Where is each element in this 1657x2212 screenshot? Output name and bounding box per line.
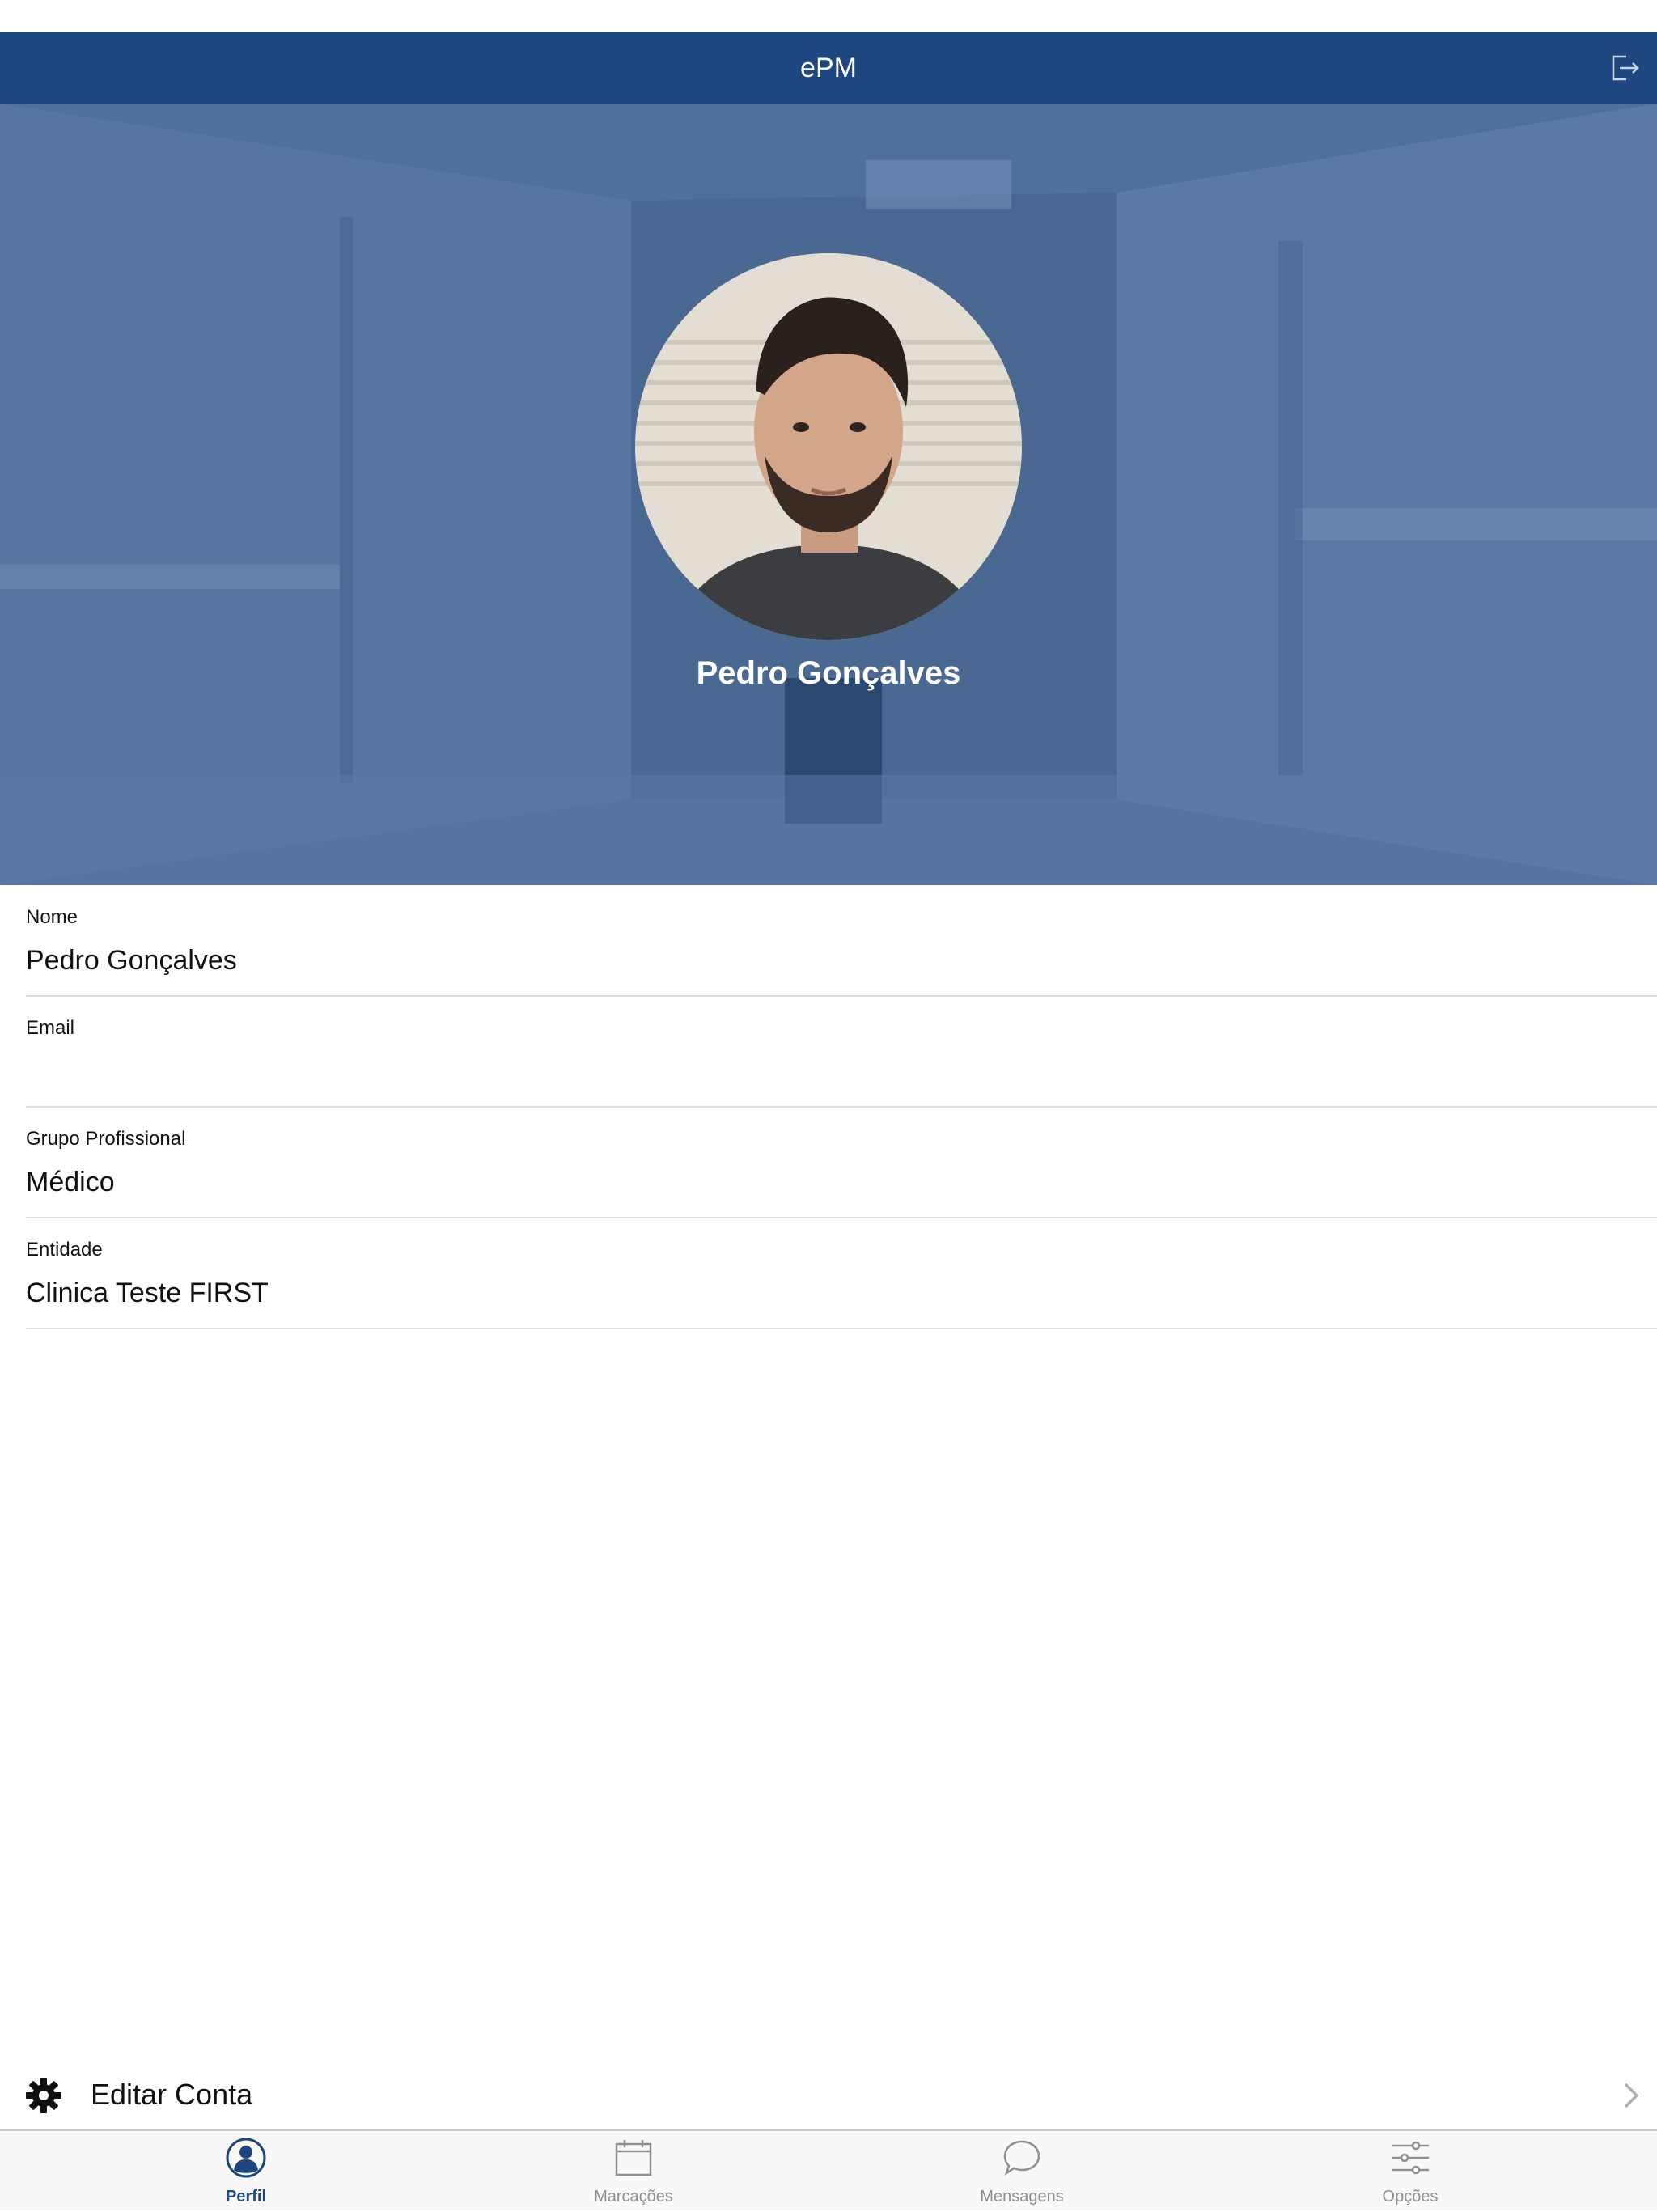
calendar-icon: [615, 2140, 652, 2176]
field-nome: Nome Pedro Gonçalves: [26, 885, 1657, 997]
tab-label: Perfil: [225, 2188, 267, 2206]
chat-icon: [1003, 2140, 1040, 2176]
field-label: Entidade: [26, 1239, 103, 1261]
field-value: Pedro Gonçalves: [26, 945, 237, 976]
field-label: Grupo Profissional: [26, 1128, 186, 1150]
status-bar: [0, 0, 1657, 32]
sliders-icon: [1392, 2141, 1429, 2175]
profile-photo: [635, 253, 1022, 640]
tab-perfil[interactable]: Perfil: [39, 2131, 453, 2212]
tab-opcoes[interactable]: Opções: [1203, 2131, 1617, 2212]
profile-name: Pedro Gonçalves: [696, 655, 961, 691]
avatar[interactable]: [635, 253, 1022, 640]
tab-mensagens[interactable]: Mensagens: [815, 2131, 1229, 2212]
field-grupo-profissional: Grupo Profissional Médico: [26, 1107, 1657, 1218]
tab-label: Opções: [1382, 2188, 1439, 2206]
field-label: Email: [26, 1017, 75, 1039]
app-title: ePM: [800, 53, 857, 83]
field-value: Clinica Teste FIRST: [26, 1278, 269, 1308]
tab-marcacoes[interactable]: Marcações: [426, 2131, 841, 2212]
field-entidade: Entidade Clinica Teste FIRST: [26, 1218, 1657, 1329]
logout-icon: [1612, 55, 1639, 81]
logout-button[interactable]: [1607, 50, 1642, 86]
tab-label: Mensagens: [980, 2188, 1064, 2206]
chevron-right-icon: [1624, 2083, 1639, 2108]
edit-account-label: Editar Conta: [91, 2078, 253, 2111]
tab-label: Marcações: [594, 2188, 673, 2206]
field-label: Nome: [26, 906, 78, 928]
field-email: Email: [26, 996, 1657, 1108]
field-value: Médico: [26, 1167, 115, 1197]
profile-icon: [226, 2138, 266, 2178]
gear-icon: [26, 2078, 61, 2113]
profile-header: Pedro Gonçalves: [0, 104, 1657, 885]
tab-bar: Perfil Marcações Mensagens Opções: [0, 2129, 1657, 2210]
navigation-bar: ePM: [0, 32, 1657, 104]
edit-account-row[interactable]: Editar Conta: [0, 2062, 1657, 2129]
